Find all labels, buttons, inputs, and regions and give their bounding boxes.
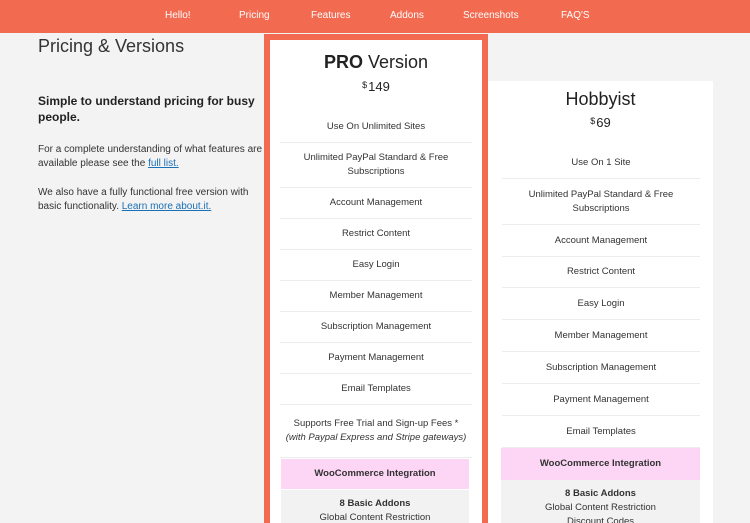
pro-plan-card: PRO Version $149 Use On Unlimited Sites … [264, 34, 488, 523]
pro-feature-paypal: Unlimited PayPal Standard & Free Subscri… [280, 143, 472, 188]
pro-feature-account: Account Management [280, 188, 472, 219]
pro-feature-subscription: Subscription Management [280, 312, 472, 343]
pro-addons-title: 8 Basic Addons [339, 498, 411, 509]
nav-faqs[interactable]: FAQ'S [561, 10, 590, 21]
pro-currency: $ [362, 80, 368, 90]
pro-feature-email: Email Templates [280, 374, 472, 405]
hobbyist-plan-price: $69 [488, 115, 713, 130]
lead-text: Simple to understand pricing for busy pe… [38, 94, 255, 124]
pro-addon-item: Global Content Restriction [319, 512, 431, 523]
hobbyist-feature-sites: Use On 1 Site [502, 147, 700, 179]
hobbyist-feature-payment: Payment Management [502, 384, 700, 416]
hobbyist-feature-member: Member Management [502, 320, 700, 352]
pro-title-rest: Version [362, 52, 429, 72]
pro-feature-sites: Use On Unlimited Sites [280, 111, 472, 143]
hobbyist-plan-title: Hobbyist [565, 89, 636, 109]
hobbyist-addon-item: Global Content Restriction [545, 502, 656, 513]
pro-feature-member: Member Management [280, 281, 472, 312]
learn-more-link[interactable]: Learn more about.it. [122, 201, 212, 212]
full-list-link[interactable]: full list. [148, 158, 179, 169]
hobbyist-feature-paypal: Unlimited PayPal Standard & Free Subscri… [502, 179, 700, 225]
top-navigation: Hello! Pricing Features Addons Screensho… [0, 0, 750, 33]
hobbyist-addons-title: 8 Basic Addons [565, 488, 636, 499]
hobbyist-feature-subscription: Subscription Management [502, 352, 700, 384]
pro-title-bold: PRO [323, 52, 363, 72]
hobbyist-feature-email: Email Templates [502, 416, 700, 448]
pro-price-value: 149 [368, 79, 390, 94]
pro-feature-woocommerce: WooCommerce Integration [281, 459, 469, 489]
nav-pricing[interactable]: Pricing [239, 10, 270, 21]
features-paragraph: For a complete understanding of what fea… [38, 143, 268, 171]
hobbyist-feature-account: Account Management [502, 225, 700, 257]
pro-trial-note: (with Paypal Express and Stripe gateways… [285, 432, 467, 443]
nav-screenshots[interactable]: Screenshots [463, 10, 519, 21]
pro-plan-title: PRO Version [270, 52, 482, 73]
hobbyist-price-value: 69 [596, 115, 611, 130]
hobbyist-currency: $ [590, 116, 596, 126]
nav-addons[interactable]: Addons [390, 10, 424, 21]
hobbyist-addons-box: 8 Basic Addons Global Content Restrictio… [501, 480, 700, 523]
pro-feature-restrict: Restrict Content [280, 219, 472, 250]
pro-feature-payment: Payment Management [280, 343, 472, 374]
hobbyist-addon-item: Discount Codes [566, 516, 635, 523]
pro-plan-price: $149 [270, 79, 482, 94]
pro-addons-box: 8 Basic Addons Global Content Restrictio… [281, 490, 469, 523]
hobbyist-plan-card: Hobbyist $69 Use On 1 Site Unlimited Pay… [488, 81, 713, 523]
hobbyist-feature-restrict: Restrict Content [502, 257, 700, 288]
pro-feature-login: Easy Login [280, 250, 472, 281]
free-version-paragraph: We also have a fully functional free ver… [38, 186, 268, 214]
page-title: Pricing & Versions [38, 36, 185, 56]
hobbyist-feature-login: Easy Login [502, 288, 700, 320]
pro-feature-trial: Supports Free Trial and Sign-up Fees * (… [280, 405, 472, 458]
hobbyist-feature-woocommerce: WooCommerce Integration [501, 448, 700, 480]
nav-hello[interactable]: Hello! [165, 10, 191, 21]
pro-trial-text: Supports Free Trial and Sign-up Fees * [293, 418, 459, 429]
nav-features[interactable]: Features [311, 10, 350, 21]
